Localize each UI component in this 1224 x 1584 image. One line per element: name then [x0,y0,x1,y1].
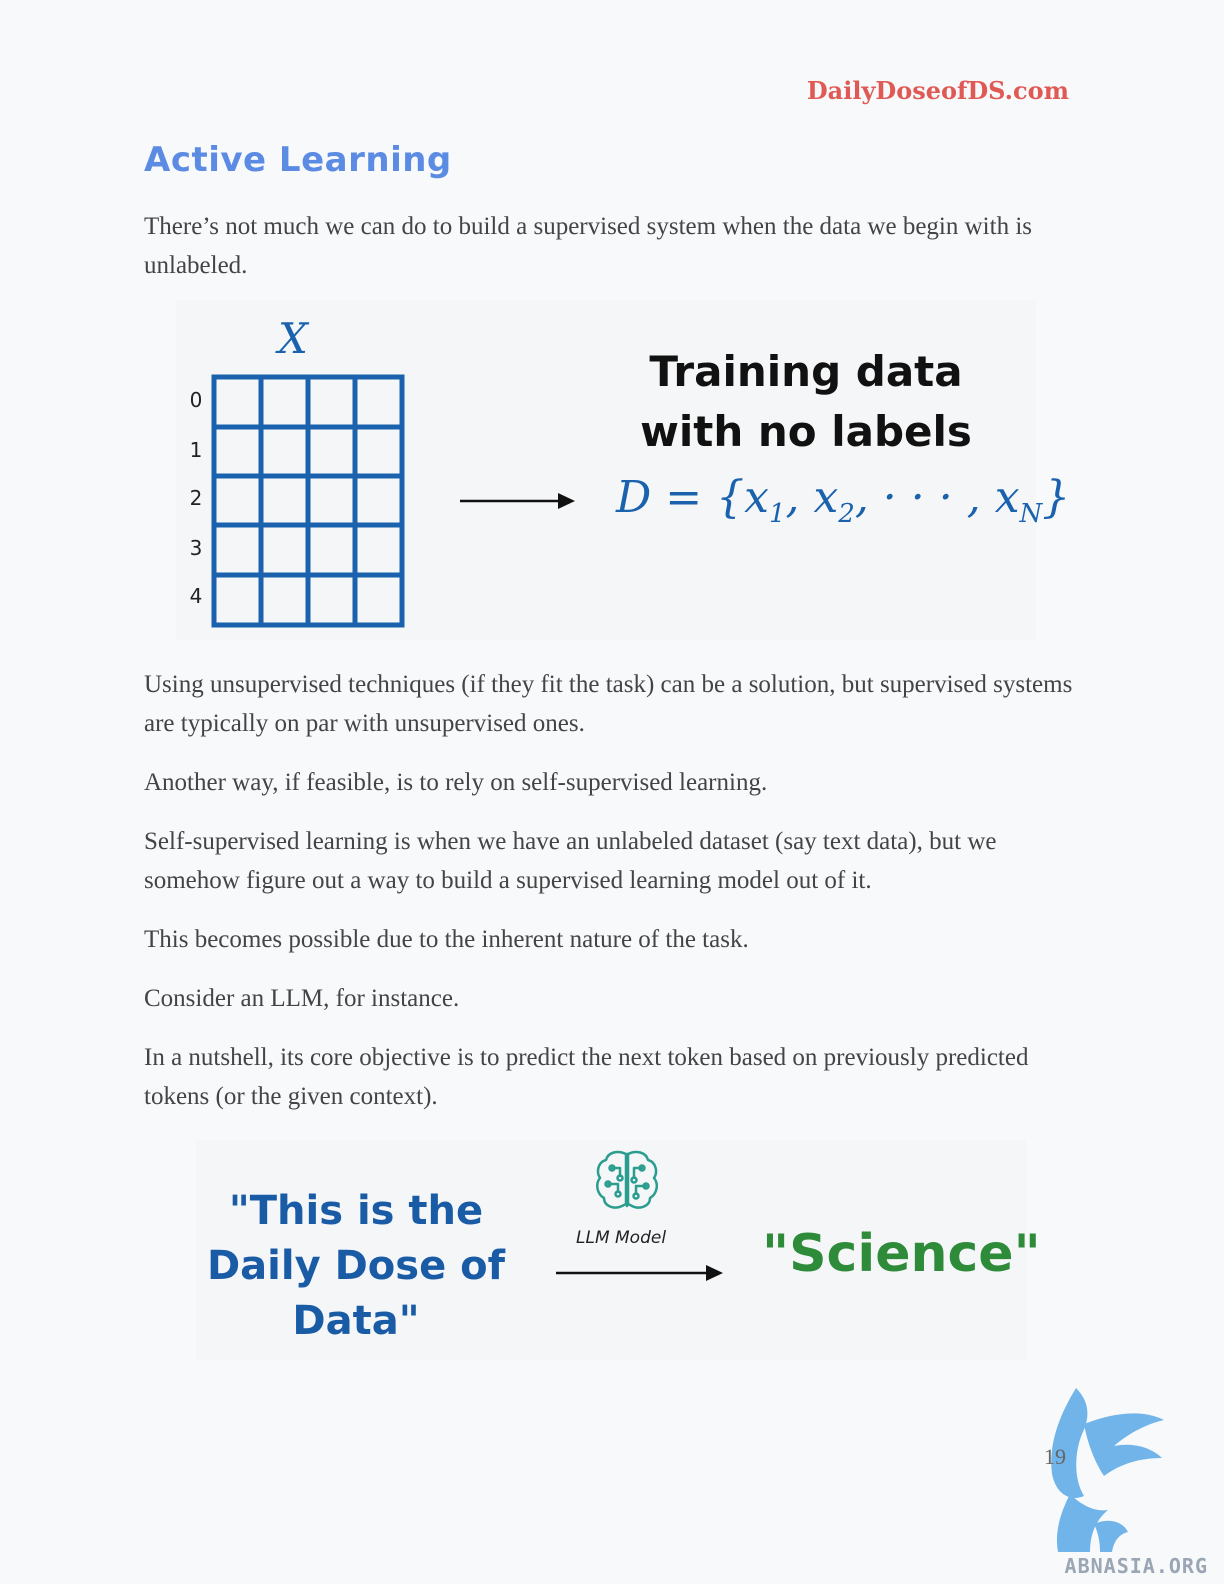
predicted-token: "Science" [762,1224,1041,1284]
paragraph-5: This becomes possible due to the inheren… [144,926,749,953]
unlabeled-data-figure: X 0 1 2 3 4 Training data with no labels… [176,300,1071,640]
model-label: LLM Model [576,1228,667,1248]
data-matrix-grid [211,374,405,628]
paragraph-3: Another way, if feasible, is to rely on … [144,769,768,796]
paragraph-2: Using unsupervised techniques (if they f… [144,671,1073,737]
section-title: Active Learning [144,140,452,180]
row-label: 2 [189,486,203,510]
llm-prediction-figure: "This is the Daily Dose of Data" LLM Mod… [196,1140,1041,1360]
site-name: DailyDoseofDS.com [806,76,1069,105]
page-number: 19 [1044,1444,1066,1469]
paragraph-4: Self-supervised learning is when we have… [144,828,997,894]
row-label: 3 [189,536,203,560]
paragraph-1: There’s not much we can do to build a su… [144,213,1032,279]
row-label: 4 [189,584,203,608]
row-label: 1 [189,438,203,462]
matrix-label: X [278,314,308,363]
brain-circuit-icon [595,1150,659,1209]
watermark-label: ABNASIA.ORG [1064,1554,1208,1578]
paragraph-6: Consider an LLM, for instance. [144,985,460,1012]
row-label: 0 [189,388,203,412]
paragraph-7: In a nutshell, its core objective is to … [144,1044,1029,1110]
arrow-icon [460,493,575,509]
training-data-caption: Training data with no labels [640,347,972,456]
dataset-formula: D = {x1, x2, · · · , xN} [616,472,1071,529]
input-sentence: "This is the Daily Dose of Data" [206,1188,506,1344]
arrow-icon [556,1265,723,1281]
